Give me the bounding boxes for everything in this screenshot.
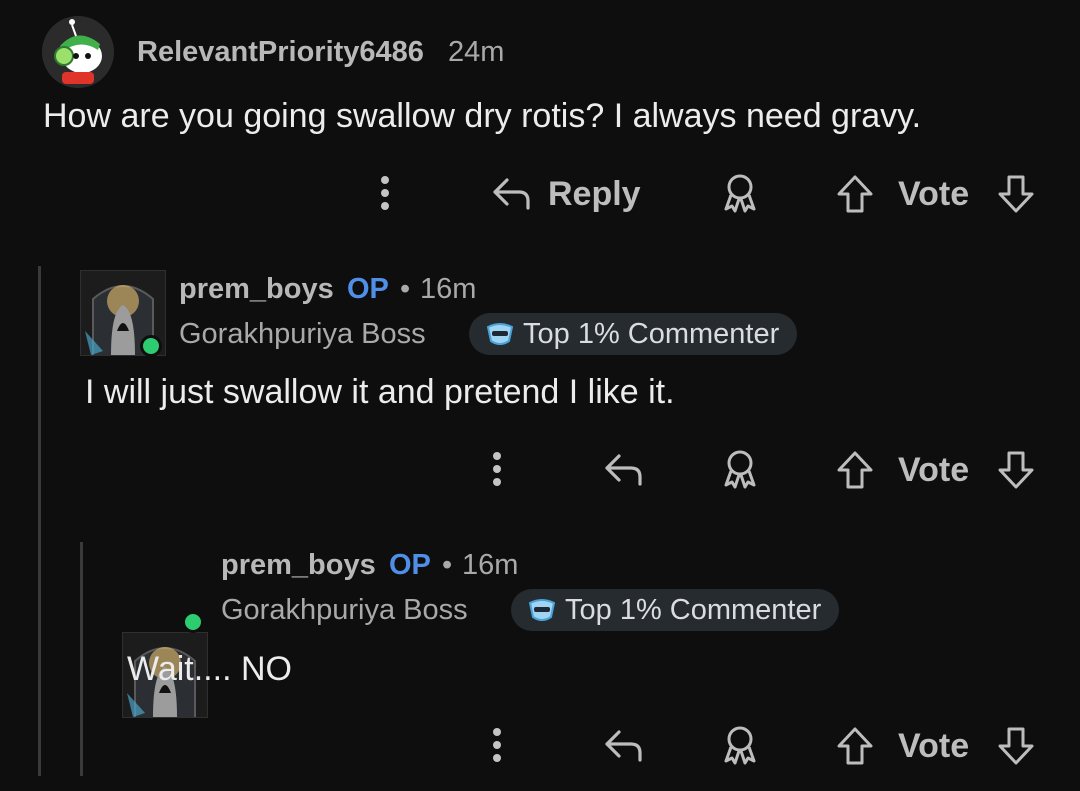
comment-timestamp: 24m	[448, 36, 505, 68]
vote-count: Vote	[898, 175, 970, 213]
upvote-arrow-icon	[837, 727, 873, 765]
upvote-button[interactable]	[835, 172, 875, 216]
online-status-indicator	[140, 335, 162, 357]
reply-label: Reply	[548, 174, 641, 213]
top-commenter-badge[interactable]: Top 1% Commenter	[469, 313, 798, 355]
more-vertical-icon	[381, 176, 389, 210]
comment-author[interactable]: prem_boys	[221, 549, 376, 582]
more-vertical-icon	[493, 452, 501, 486]
reply-button[interactable]: Reply	[492, 172, 641, 216]
award-icon	[724, 174, 756, 213]
reply-button[interactable]	[604, 724, 644, 768]
reply-arrow-icon	[493, 178, 530, 210]
award-button[interactable]	[720, 724, 760, 768]
snoo-avatar-icon	[42, 16, 114, 88]
downvote-arrow-icon	[998, 727, 1034, 765]
more-vertical-icon	[493, 728, 501, 762]
downvote-arrow-icon	[998, 451, 1034, 489]
badge-label: Top 1% Commenter	[523, 317, 780, 350]
downvote-button[interactable]	[996, 172, 1036, 216]
comment-timestamp: 16m	[462, 549, 519, 581]
more-options-button[interactable]	[484, 448, 510, 490]
comment-body: I will just swallow it and pretend I lik…	[85, 373, 675, 411]
comment-timestamp: 16m	[420, 273, 477, 305]
separator-dot: •	[442, 549, 453, 581]
upvote-arrow-icon	[837, 175, 873, 213]
more-options-button[interactable]	[372, 172, 398, 214]
reply-button[interactable]	[604, 448, 644, 492]
upvote-arrow-icon	[837, 451, 873, 489]
op-badge: OP	[389, 549, 431, 581]
user-flair: Gorakhpuriya Boss	[221, 594, 468, 626]
more-options-button[interactable]	[484, 724, 510, 766]
award-button[interactable]	[720, 172, 760, 216]
downvote-arrow-icon	[998, 175, 1034, 213]
upvote-button[interactable]	[835, 724, 875, 768]
thread-line-level2[interactable]	[80, 542, 83, 776]
badge-label: Top 1% Commenter	[565, 593, 822, 626]
vote-count: Vote	[898, 727, 970, 765]
op-badge: OP	[347, 273, 389, 305]
upvote-button[interactable]	[835, 448, 875, 492]
award-button[interactable]	[720, 448, 760, 492]
reply-arrow-icon	[605, 454, 642, 486]
downvote-button[interactable]	[996, 448, 1036, 492]
reply-arrow-icon	[605, 730, 642, 762]
commenter-badge-icon	[486, 323, 514, 345]
thread-line-level1[interactable]	[38, 266, 41, 776]
user-flair: Gorakhpuriya Boss	[179, 318, 426, 350]
commenter-badge-icon	[528, 599, 556, 621]
avatar[interactable]	[42, 16, 114, 88]
comment-author[interactable]: prem_boys	[179, 273, 334, 306]
comment-body: How are you going swallow dry rotis? I a…	[43, 97, 922, 135]
award-icon	[724, 726, 756, 765]
downvote-button[interactable]	[996, 724, 1036, 768]
comment-author[interactable]: RelevantPriority6486	[137, 36, 424, 69]
separator-dot: •	[400, 273, 411, 305]
award-icon	[724, 450, 756, 489]
top-commenter-badge[interactable]: Top 1% Commenter	[511, 589, 840, 631]
vote-count: Vote	[898, 451, 970, 489]
comment-body: Wait.... NO	[127, 650, 292, 688]
online-status-indicator	[182, 611, 204, 633]
